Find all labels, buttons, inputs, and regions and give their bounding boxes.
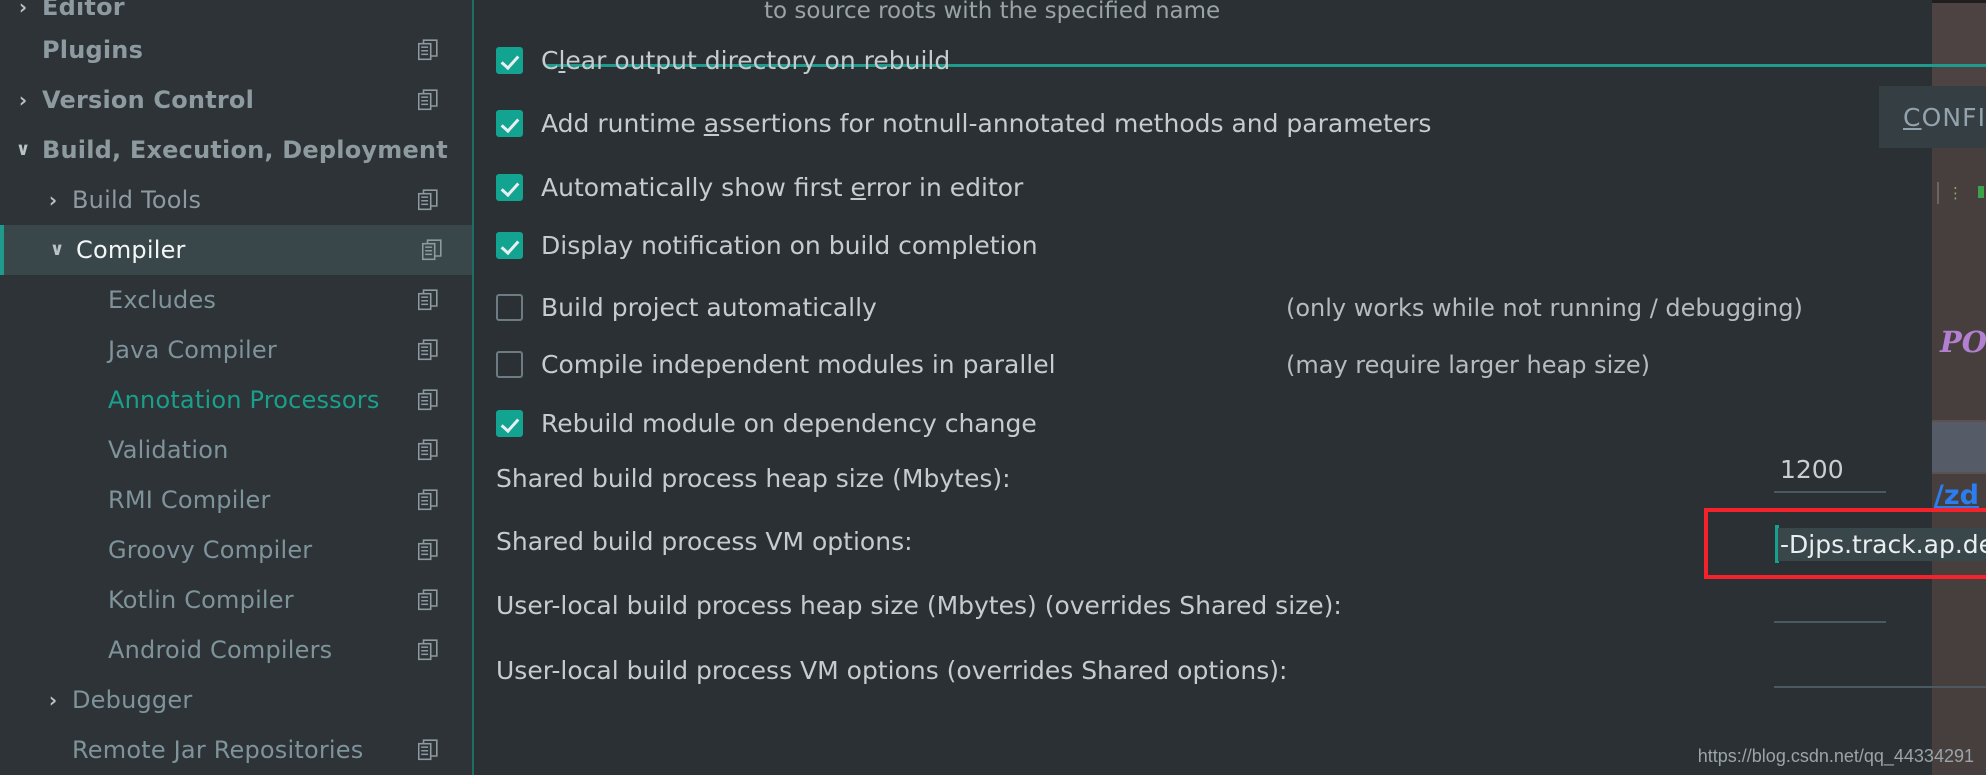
sidebar-item-validation[interactable]: Validation [0, 425, 474, 475]
background-window-highlighted-row [1932, 422, 1986, 472]
field-label-user-local-build-process-heap: User-local build process heap size (Mbyt… [496, 591, 1342, 620]
sidebar-item-excludes[interactable]: Excludes [0, 275, 474, 325]
checkbox-row-build-project-automatically[interactable]: Build project automatically [496, 290, 877, 324]
sidebar-item-build-execution-deployment[interactable]: ∨ Build, Execution, Deployment [0, 125, 474, 175]
chevron-down-icon[interactable]: ∨ [12, 141, 34, 159]
sidebar-item-label: Annotation Processors [108, 386, 380, 414]
sidebar-item-label: Compiler [76, 236, 186, 264]
background-window-gutter-bar [1937, 182, 1939, 204]
checkbox-unchecked-icon[interactable] [496, 293, 523, 321]
sidebar-item-java-compiler[interactable]: Java Compiler [0, 325, 474, 375]
sidebar-item-plugins[interactable]: Plugins [0, 25, 474, 75]
checkbox-side-note: (may require larger heap size) [1286, 351, 1650, 379]
background-window-green-marker-icon [1978, 186, 1984, 198]
checkbox-row-automatically-show-first-error[interactable]: Automatically show first error in editor [496, 170, 1023, 204]
chevron-right-icon[interactable]: › [12, 90, 34, 110]
copy-settings-icon[interactable] [417, 89, 438, 111]
sidebar-item-label: Groovy Compiler [108, 536, 313, 564]
background-window-band-2 [1932, 120, 1986, 420]
sidebar-item-compiler[interactable]: ∨ Compiler [0, 225, 478, 275]
sidebar-item-label: Kotlin Compiler [108, 586, 294, 614]
checkbox-label: Rebuild module on dependency change [541, 408, 1037, 438]
checkbox-label: Compile independent modules in parallel [541, 349, 1056, 379]
copy-settings-icon[interactable] [417, 589, 438, 611]
sidebar-item-label: Editor [42, 0, 125, 21]
configure-annotations-mnemonic: C [1903, 102, 1922, 132]
checkbox-label: Clear output directory on rebuild [541, 45, 951, 75]
sidebar-item-label: Plugins [42, 36, 144, 64]
copy-settings-icon[interactable] [417, 489, 438, 511]
copy-settings-icon[interactable] [417, 439, 438, 461]
sidebar-item-version-control[interactable]: › Version Control [0, 75, 474, 125]
checkbox-label: Display notification on build completion [541, 230, 1038, 260]
sidebar-item-label: Debugger [72, 686, 193, 714]
sidebar-item-label: RMI Compiler [108, 486, 271, 514]
checkbox-mnemonic: a [703, 108, 720, 138]
sidebar-item-label: Validation [108, 436, 229, 464]
sidebar-item-label: Build, Execution, Deployment [42, 136, 448, 164]
copy-settings-icon[interactable] [417, 39, 438, 61]
checkbox-mnemonic: l [558, 45, 566, 75]
sidebar-item-label: Android Compilers [108, 636, 333, 664]
checkbox-row-rebuild-module-on-dependency[interactable]: Rebuild module on dependency change [496, 406, 1037, 440]
checkbox-row-compile-independent-modules-in[interactable]: Compile independent modules in parallel [496, 347, 1056, 381]
field-label-shared-build-process-vm-options: Shared build process VM options: [496, 527, 913, 556]
configure-annotations-label: ONFIGURE ANNOTATIONS... [1921, 102, 1986, 132]
checkbox-label: Automatically show first error in editor [541, 172, 1024, 202]
checkbox-row-add-runtime-assertions-for[interactable]: Add runtime assertions for notnull-annot… [496, 106, 1431, 140]
checkbox-unchecked-icon[interactable] [496, 350, 523, 378]
sidebar-item-label: Excludes [108, 286, 217, 314]
copy-settings-icon[interactable] [417, 539, 438, 561]
input-user-local-build-process-heap[interactable] [1774, 585, 1886, 623]
checkbox-row-clear-output-directory-on[interactable]: Clear output directory on rebuild [496, 43, 950, 77]
sidebar-item-debugger[interactable]: › Debugger [0, 675, 474, 725]
chevron-right-icon[interactable]: › [42, 690, 64, 710]
compiler-settings-panel: to source roots with the specified name … [474, 0, 1986, 775]
source-roots-hint-text: to source roots with the specified name [764, 0, 1221, 24]
chevron-right-icon[interactable]: › [42, 190, 64, 210]
shared-vm-options-input[interactable]: -Djps.track.ap.dependencies=false [1778, 528, 1986, 561]
sidebar-item-label: Version Control [42, 86, 255, 114]
background-window-italic-text: POS [1940, 325, 1986, 359]
background-window-ellipsis-icon: ⋮ [1948, 184, 1963, 202]
watermark-url: https://blog.csdn.net/qq_44334291 [1697, 746, 1974, 766]
sidebar-item-groovy-compiler[interactable]: Groovy Compiler [0, 525, 474, 575]
copy-settings-icon[interactable] [421, 239, 442, 261]
copy-settings-icon[interactable] [417, 339, 438, 361]
sidebar-item-build-tools[interactable]: › Build Tools [0, 175, 474, 225]
chevron-down-icon[interactable]: ∨ [46, 241, 68, 259]
copy-settings-icon[interactable] [417, 289, 438, 311]
checkbox-checked-icon[interactable] [496, 46, 523, 74]
checkbox-checked-icon[interactable] [496, 409, 523, 437]
input-shared-build-process-heap-size[interactable]: 1200 [1774, 455, 1886, 493]
sidebar-item-android-compilers[interactable]: Android Compilers [0, 625, 474, 675]
sidebar-item-annotation-processors[interactable]: Annotation Processors [0, 375, 474, 425]
chevron-right-icon[interactable]: › [12, 0, 34, 17]
checkbox-mnemonic: e [850, 172, 866, 202]
copy-settings-icon[interactable] [417, 389, 438, 411]
sidebar-item-rmi-compiler[interactable]: RMI Compiler [0, 475, 474, 525]
copy-settings-icon[interactable] [417, 639, 438, 661]
checkbox-checked-icon[interactable] [496, 231, 523, 259]
shared-vm-options-highlight-box: -Djps.track.ap.dependencies=false [1704, 508, 1986, 579]
checkbox-side-note: (only works while not running / debuggin… [1286, 294, 1803, 322]
checkbox-label: Add runtime assertions for notnull-annot… [541, 108, 1432, 138]
settings-tree-sidebar[interactable]: › Editor Plugins › Version Control ∨ Build, Ex… [0, 0, 478, 775]
sidebar-item-remote-jar-repositories[interactable]: Remote Jar Repositories [0, 725, 474, 775]
sidebar-item-label: Remote Jar Repositories [72, 736, 364, 764]
sidebar-item-label: Java Compiler [108, 336, 277, 364]
checkbox-checked-icon[interactable] [496, 173, 523, 201]
field-label-shared-build-process-heap-size: Shared build process heap size (Mbytes): [496, 464, 1011, 493]
sidebar-item-kotlin-compiler[interactable]: Kotlin Compiler [0, 575, 474, 625]
input-user-local-build-process-vm[interactable] [1774, 650, 1986, 688]
field-label-user-local-build-process-vm: User-local build process VM options (ove… [496, 656, 1288, 685]
copy-settings-icon[interactable] [417, 739, 438, 761]
background-window-link[interactable]: /zd [1934, 480, 1979, 511]
checkbox-row-display-notification-on-build[interactable]: Display notification on build completion [496, 228, 1038, 262]
copy-settings-icon[interactable] [417, 189, 438, 211]
checkbox-checked-icon[interactable] [496, 109, 523, 137]
configure-annotations-button[interactable]: CONFIGURE ANNOTATIONS... [1879, 86, 1986, 148]
sidebar-item-label: Build Tools [72, 186, 202, 214]
checkbox-label: Build project automatically [541, 292, 877, 322]
